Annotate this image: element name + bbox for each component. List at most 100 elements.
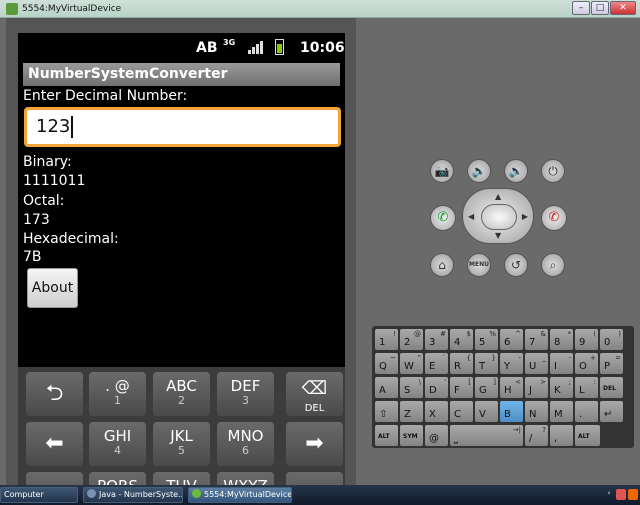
dpad-down-icon[interactable]: ▼ [495,231,501,240]
qwerty-key[interactable]: 6 ^ [500,329,523,350]
status-bar: AB 3G 10:06 [18,33,345,61]
softkey-9[interactable]: WXYZ9 [217,472,274,485]
end-call-icon[interactable]: ✆ [541,205,567,231]
qwerty-key[interactable]: . [575,401,598,422]
window-titlebar: 5554:MyVirtualDevice – □ ✕ [0,0,640,18]
qwerty-key[interactable]: P = [600,353,623,374]
qwerty-key[interactable]: T} [475,353,498,374]
qwerty-key[interactable]: C [450,401,473,422]
qwerty-key[interactable]: E ` [425,353,448,374]
qwerty-key[interactable]: V [475,401,498,422]
qwerty-key[interactable]: 8 * [550,329,573,350]
tray-icon[interactable] [616,489,626,500]
qwerty-key[interactable]: ALT [575,425,600,446]
softkey-left-icon[interactable]: ⬅ [26,422,83,466]
qwerty-key[interactable]: ALT [375,425,398,446]
dpad-up-icon[interactable]: ▲ [495,192,501,201]
tray-icon[interactable] [628,489,638,500]
qwerty-key[interactable]: 3 # [425,329,448,350]
qwerty-key[interactable]: ↵ [600,401,623,422]
qwerty-key[interactable]: U _ [525,353,548,374]
octal-label: Octal: [23,193,65,209]
qwerty-key[interactable]: 7 & [525,329,548,350]
softkey-back-icon[interactable]: ⮌ [26,372,83,416]
softkey-blank[interactable] [26,472,83,485]
eclipse-icon [87,489,96,498]
search-icon[interactable]: ⌕ [541,253,565,277]
qwerty-key[interactable]: M [550,401,573,422]
qwerty-key[interactable]: SYM [400,425,423,446]
binary-label: Binary: [23,154,72,170]
qwerty-key[interactable]: J > [525,377,548,398]
soft-keyboard: ⮌. @1ABC2DEF3 ⌫DEL ⬅GHI4JKL5MNO6 ➡ PQRS7 TUV8… [18,367,345,485]
softkey-4[interactable]: GHI 4 [89,422,146,466]
qwerty-key[interactable]: Y- [500,353,523,374]
system-tray: ‹ [604,489,638,500]
maximize-button[interactable]: □ [591,1,609,15]
home-icon[interactable]: ⌂ [430,253,454,277]
qwerty-key[interactable]: Q ~ [375,353,398,374]
taskbar-item-computer[interactable]: Computer [0,487,78,503]
dpad-right-icon[interactable]: ▶ [522,212,528,221]
softkey-7[interactable]: PQRS7 [89,472,146,485]
qwerty-key[interactable]: X [425,401,448,422]
dpad-center-button[interactable] [481,204,517,230]
qwerty-key[interactable]: H < [500,377,523,398]
power-icon[interactable]: ⏻ [541,159,565,183]
decimal-input[interactable]: 123 [24,107,341,147]
softkey-del-icon[interactable]: ⌫ DEL [286,372,343,416]
qwerty-key[interactable]: G] [475,377,498,398]
softkey-6[interactable]: MNO 6 [217,422,274,466]
qwerty-key[interactable]: S \ [400,377,423,398]
softkey-8[interactable]: TUV8 [153,472,210,485]
qwerty-key[interactable]: 0) [600,329,623,350]
taskbar-item-emulator[interactable]: 5554:MyVirtualDevice [188,487,292,503]
close-button[interactable]: ✕ [610,1,636,15]
qwerty-key[interactable]: I- [550,353,573,374]
about-button[interactable]: About [27,268,78,308]
qwerty-key[interactable]: , [550,425,573,446]
text-caret [71,116,74,138]
qwerty-key[interactable]: F[ [450,377,473,398]
tray-arrow-icon[interactable]: ‹ [604,489,614,500]
dpad-left-icon[interactable]: ◀ [468,212,474,221]
qwerty-key[interactable]: B [500,401,523,422]
dpad[interactable]: ▲ ▼ ◀ ▶ [462,188,534,244]
qwerty-key[interactable]: /? [525,425,548,446]
qwerty-key[interactable]: A [375,377,398,398]
camera-icon[interactable]: 📷 [430,159,454,183]
qwerty-key[interactable]: N [525,401,548,422]
qwerty-key[interactable]: 1! [375,329,398,350]
call-icon[interactable]: ✆ [430,205,456,231]
qwerty-key[interactable]: O + [575,353,598,374]
softkey-blank[interactable] [286,472,343,485]
qwerty-key[interactable]: K; [550,377,573,398]
softkey-3[interactable]: DEF 3 [217,372,274,416]
softkey-5[interactable]: JKL 5 [153,422,210,466]
volume-up-icon[interactable]: 🔊 [504,159,528,183]
volume-down-icon[interactable]: 🔉 [467,159,491,183]
softkey-right-icon[interactable]: ➡ [286,422,343,466]
qwerty-key[interactable]: Z [400,401,423,422]
qwerty-keyboard: 1! 2 @3 #4 $5% 6 ^ 7 & 8 * 9(0) Q ~ W " E ` R{T} Y - U _ I - O + P =… [372,326,634,448]
input-mode-indicator: AB [196,40,218,56]
qwerty-key[interactable]: 4 $ [450,329,473,350]
taskbar-item-java[interactable]: Java - NumberSyste... [83,487,183,503]
qwerty-key[interactable]: 9( [575,329,598,350]
menu-button[interactable]: MENU [467,253,491,277]
minimize-button[interactable]: – [572,1,590,15]
softkey-1[interactable]: . @1 [89,372,146,416]
qwerty-key[interactable]: ⎵ →| [450,425,523,446]
emulator-icon [6,2,18,15]
qwerty-key[interactable]: DEL [600,377,623,398]
qwerty-key[interactable]: D ' [425,377,448,398]
qwerty-key[interactable]: 5% [475,329,498,350]
qwerty-key[interactable]: W " [400,353,423,374]
qwerty-key[interactable]: L: [575,377,598,398]
back-icon[interactable]: ↺ [504,253,528,277]
qwerty-key[interactable]: R{ [450,353,473,374]
qwerty-key[interactable]: @ [425,425,448,446]
softkey-2[interactable]: ABC 2 [153,372,210,416]
qwerty-key[interactable]: ⇧ [375,401,398,422]
qwerty-key[interactable]: 2 @ [400,329,423,350]
